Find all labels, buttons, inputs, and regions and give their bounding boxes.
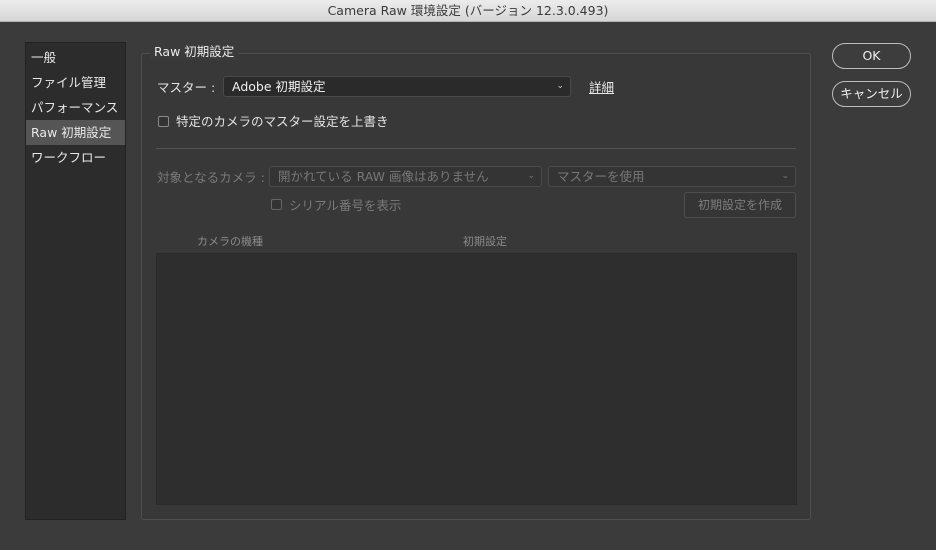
camera-select-value: 開かれている RAW 画像はありません [278,169,489,184]
cancel-button[interactable]: キャンセル [832,81,911,107]
sidebar: 一般 ファイル管理 パフォーマンス Raw 初期設定 ワークフロー [25,42,126,520]
defaults-select[interactable]: マスターを使用 ⌄ [548,166,796,187]
divider [156,148,796,149]
window-title: Camera Raw 環境設定 (バージョン 12.3.0.493) [0,0,936,22]
master-label: マスター : [157,80,216,95]
preferences-dialog: Camera Raw 環境設定 (バージョン 12.3.0.493) 一般 ファ… [0,0,936,550]
serial-number-checkbox[interactable] [271,199,282,210]
sidebar-item-workflow[interactable]: ワークフロー [26,145,125,170]
target-camera-label: 対象となるカメラ : [157,170,265,185]
chevron-down-icon: ⌄ [556,81,564,91]
ok-button[interactable]: OK [832,43,911,69]
details-link[interactable]: 詳細 [589,80,614,96]
column-header-camera-model[interactable]: カメラの機種 [197,235,263,249]
chevron-down-icon: ⌄ [527,171,535,181]
master-select[interactable]: Adobe 初期設定 ⌄ [223,76,571,97]
chevron-down-icon: ⌄ [781,171,789,181]
override-checkbox[interactable] [158,116,169,127]
column-header-defaults[interactable]: 初期設定 [463,235,507,249]
sidebar-item-file-handling[interactable]: ファイル管理 [26,70,125,95]
camera-defaults-table[interactable] [156,253,797,505]
sidebar-item-general[interactable]: 一般 [26,45,125,70]
override-checkbox-label: 特定のカメラのマスター設定を上書き [176,114,389,129]
sidebar-item-raw-defaults[interactable]: Raw 初期設定 [26,120,125,145]
create-defaults-button[interactable]: 初期設定を作成 [684,192,796,218]
camera-select[interactable]: 開かれている RAW 画像はありません ⌄ [269,166,542,187]
master-select-value: Adobe 初期設定 [232,79,326,94]
serial-number-label: シリアル番号を表示 [289,198,402,213]
sidebar-item-performance[interactable]: パフォーマンス [26,95,125,120]
group-title: Raw 初期設定 [150,44,239,60]
defaults-select-value: マスターを使用 [557,169,645,184]
